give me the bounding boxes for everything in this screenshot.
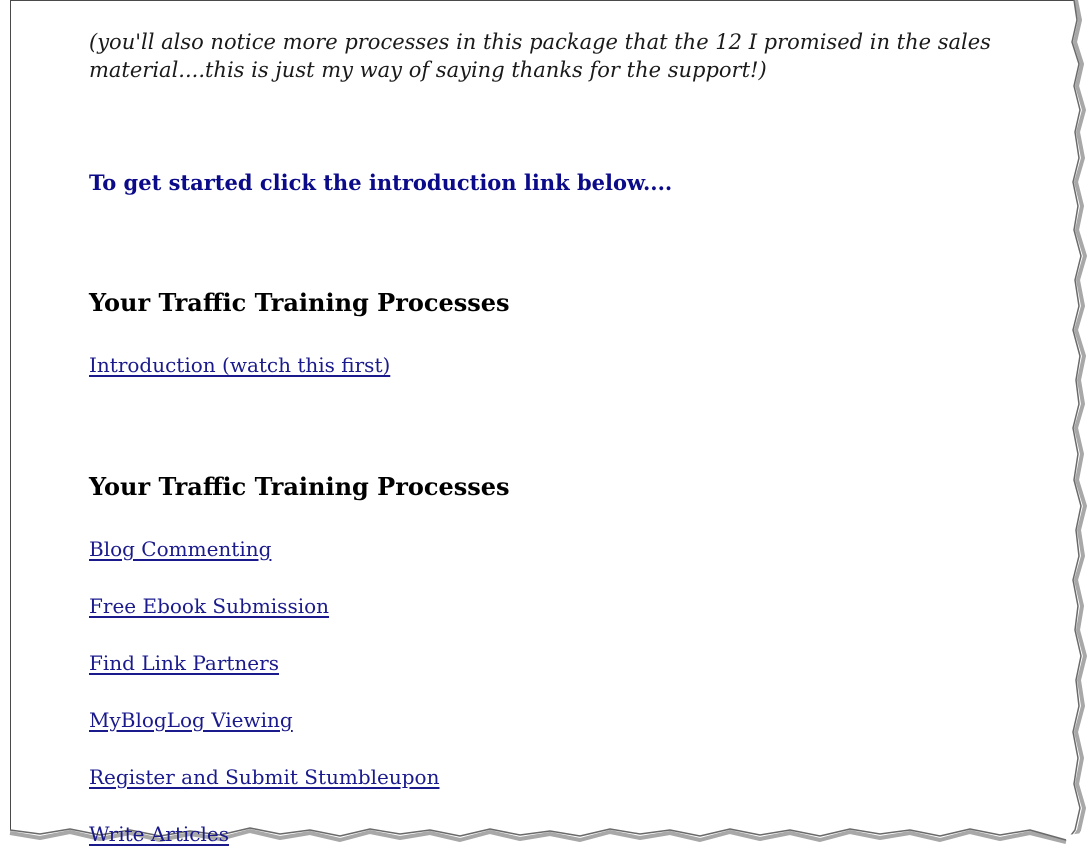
introduction-link[interactable]: Introduction (watch this first) xyxy=(89,353,390,377)
list-item: Free Ebook Submission xyxy=(89,594,439,651)
section-heading-processes: Your Traffic Training Processes xyxy=(89,472,510,501)
list-item: MyBlogLog Viewing xyxy=(89,708,439,765)
write-articles-link[interactable]: Write Articles xyxy=(89,822,229,846)
list-item: Register and Submit Stumbleupon xyxy=(89,765,439,822)
mybloglog-viewing-link[interactable]: MyBlogLog Viewing xyxy=(89,708,293,732)
list-item: Write Articles xyxy=(89,822,439,859)
process-link-list: Blog Commenting Free Ebook Submission Fi… xyxy=(89,537,439,859)
register-submit-stumbleupon-link[interactable]: Register and Submit Stumbleupon xyxy=(89,765,439,789)
find-link-partners-link[interactable]: Find Link Partners xyxy=(89,651,279,675)
list-item: Blog Commenting xyxy=(89,537,439,594)
section-heading-intro: Your Traffic Training Processes xyxy=(89,288,510,317)
free-ebook-submission-link[interactable]: Free Ebook Submission xyxy=(89,594,329,618)
list-item: Find Link Partners xyxy=(89,651,439,708)
get-started-callout: To get started click the introduction li… xyxy=(89,170,673,195)
screenshot-stage: (you'll also notice more processes in th… xyxy=(0,0,1090,859)
intro-note: (you'll also notice more processes in th… xyxy=(89,30,991,82)
blog-commenting-link[interactable]: Blog Commenting xyxy=(89,537,271,561)
